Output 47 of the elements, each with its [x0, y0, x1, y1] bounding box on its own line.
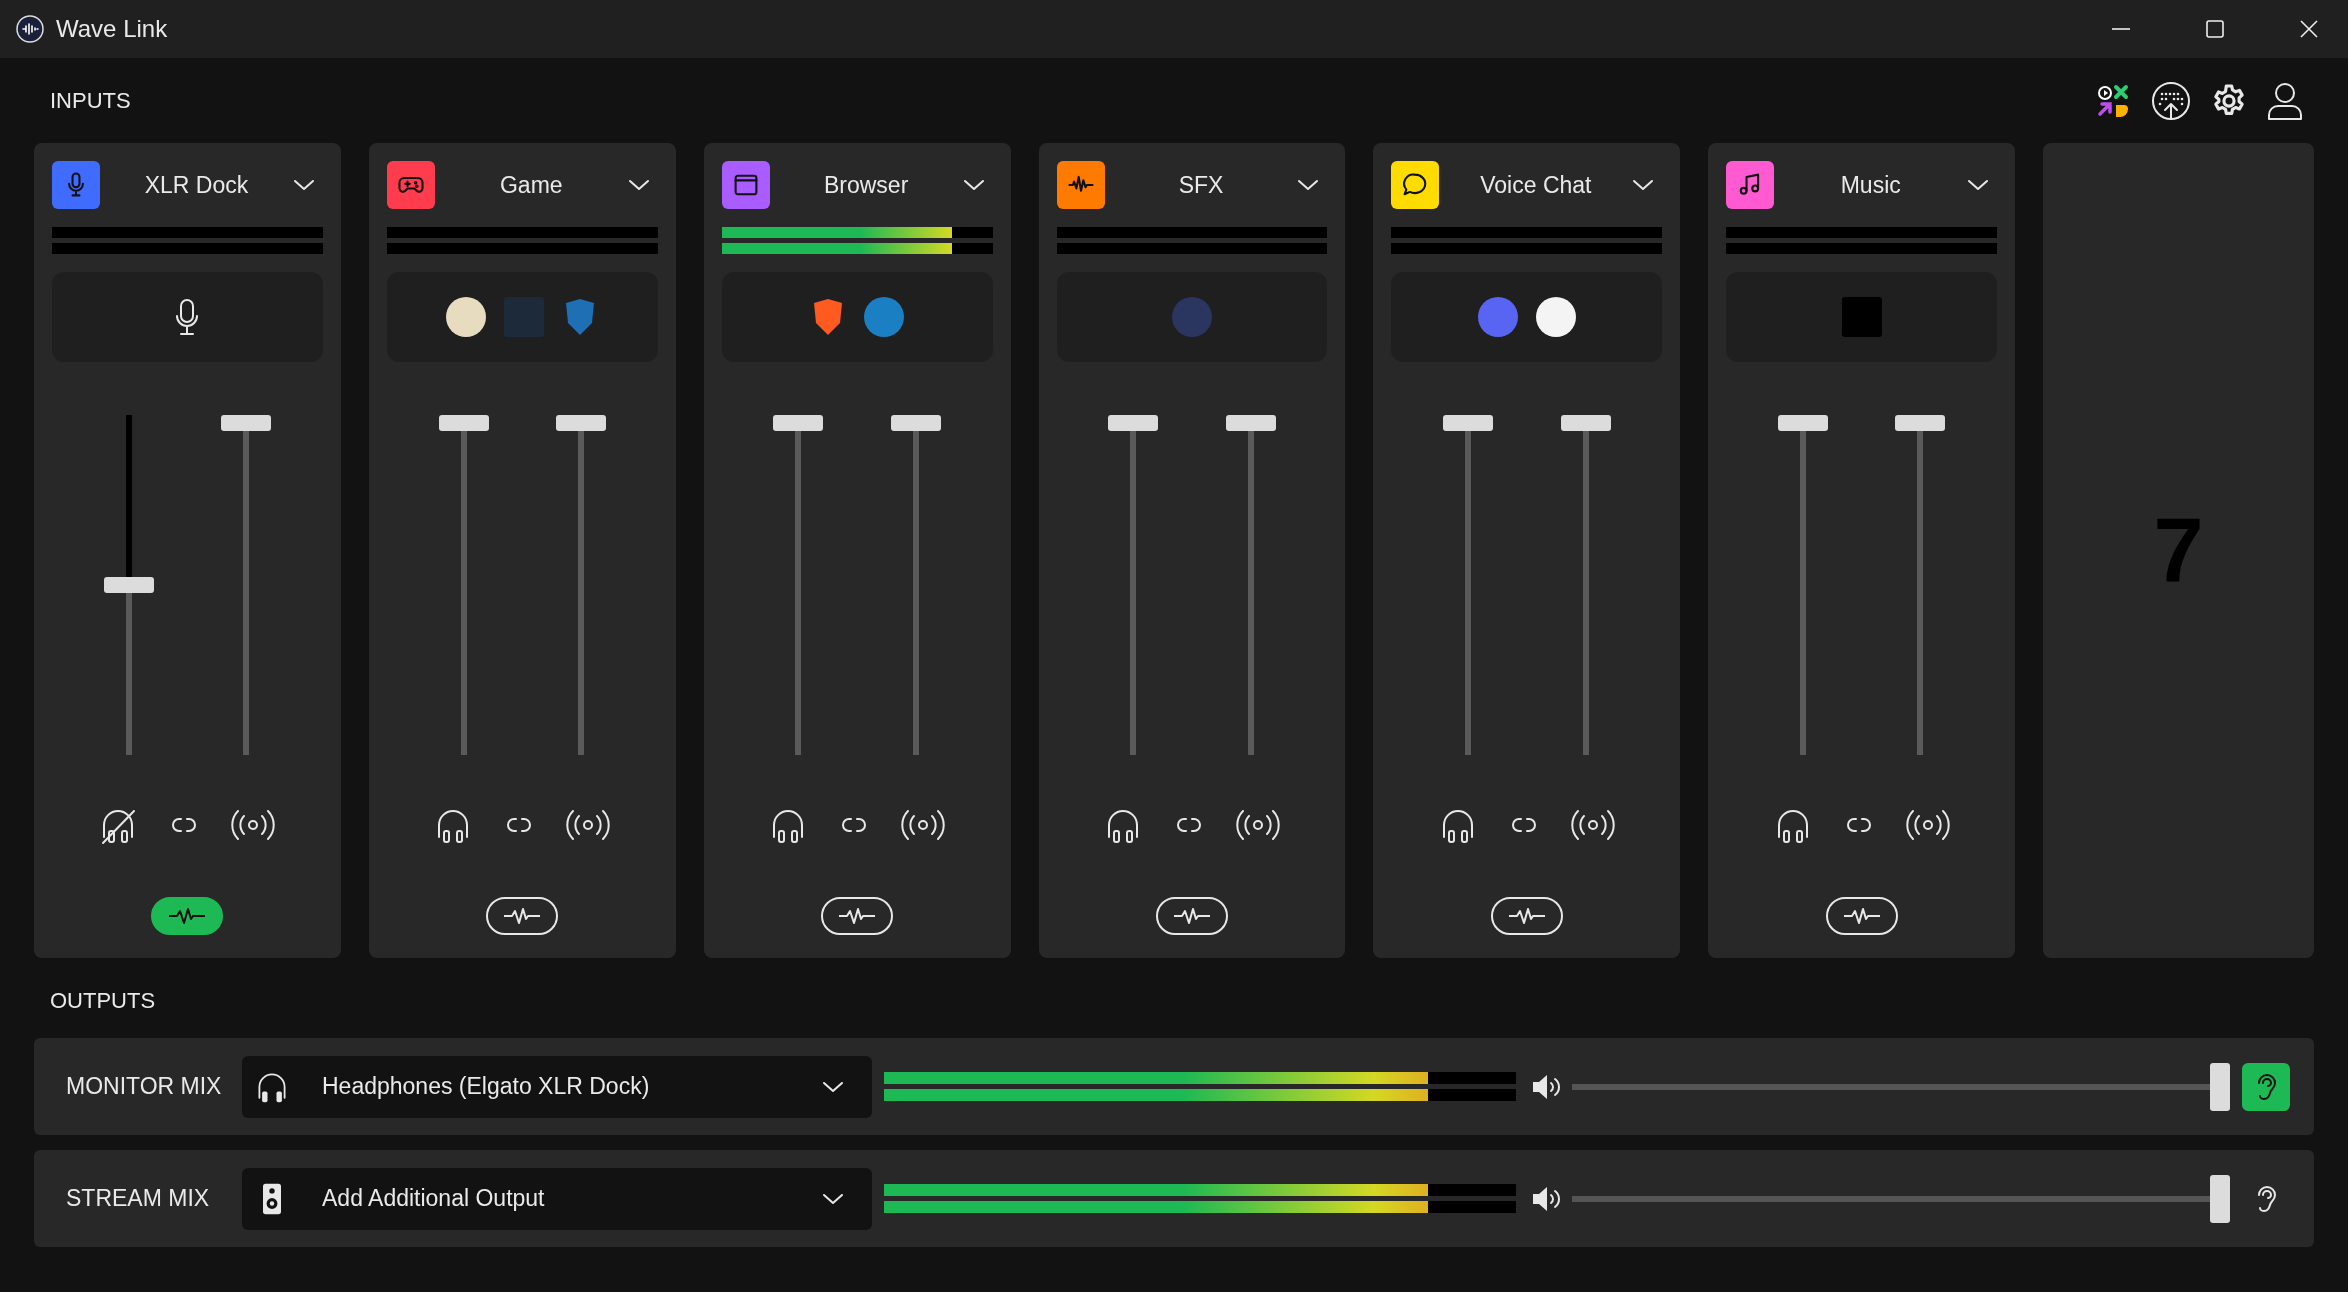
- chevron-down-icon[interactable]: [292, 178, 315, 192]
- device-dropdown[interactable]: Add Additional Output: [242, 1167, 872, 1230]
- pulse-icon: [167, 906, 208, 926]
- user-icon[interactable]: [2266, 80, 2304, 121]
- chevron-down-icon: [822, 1191, 844, 1206]
- link-icon[interactable]: [1510, 816, 1537, 834]
- listen-toggle[interactable]: [2242, 1062, 2290, 1111]
- channel-name: Music: [1839, 171, 1902, 199]
- broadcast-icon[interactable]: [900, 808, 947, 842]
- broadcast-icon[interactable]: [565, 808, 612, 842]
- link-icon[interactable]: [171, 816, 198, 834]
- pulse-icon: [502, 906, 543, 926]
- effects-toggle[interactable]: [151, 897, 224, 935]
- broadcast-icon[interactable]: [230, 808, 277, 842]
- channel-name: Voice Chat: [1479, 171, 1593, 199]
- mix-name: STREAM MIX: [66, 1185, 211, 1212]
- pulse-icon: [1172, 906, 1212, 926]
- chevron-down-icon: [822, 1079, 844, 1094]
- pulse-icon: [1506, 906, 1547, 926]
- link-icon[interactable]: [1845, 816, 1872, 834]
- chevron-down-icon[interactable]: [627, 178, 650, 192]
- section-label: OUTPUTS: [49, 987, 157, 1015]
- chevron-down-icon[interactable]: [962, 178, 985, 192]
- device-dropdown[interactable]: Headphones (Elgato XLR Dock): [242, 1055, 872, 1118]
- microphone-icon: [175, 298, 200, 336]
- broadcast-icon[interactable]: [1234, 808, 1281, 842]
- chevron-down-icon[interactable]: [1967, 178, 1990, 192]
- maximize-icon[interactable]: [2204, 18, 2226, 40]
- channel-name: Browser: [822, 171, 910, 199]
- mix-name: MONITOR MIX: [66, 1073, 223, 1100]
- window-title: Wave Link: [56, 15, 168, 43]
- broadcast-icon[interactable]: [1904, 808, 1951, 842]
- channel-name: XLR Dock: [143, 171, 250, 199]
- chevron-down-icon[interactable]: [1297, 178, 1320, 192]
- close-icon[interactable]: [2298, 18, 2320, 40]
- link-icon[interactable]: [1176, 816, 1202, 834]
- link-icon[interactable]: [506, 816, 533, 834]
- section-label: INPUTS: [49, 87, 131, 114]
- pulse-icon: [837, 906, 878, 926]
- chevron-down-icon[interactable]: [1632, 178, 1655, 192]
- pulse-icon: [1841, 906, 1882, 926]
- upload-icon[interactable]: [2150, 79, 2192, 122]
- link-icon[interactable]: [841, 816, 868, 834]
- broadcast-icon[interactable]: [1569, 808, 1616, 842]
- channel-name: SFX: [1177, 171, 1225, 199]
- channel-name: Game: [498, 171, 564, 199]
- app-logo-icon: [16, 15, 44, 43]
